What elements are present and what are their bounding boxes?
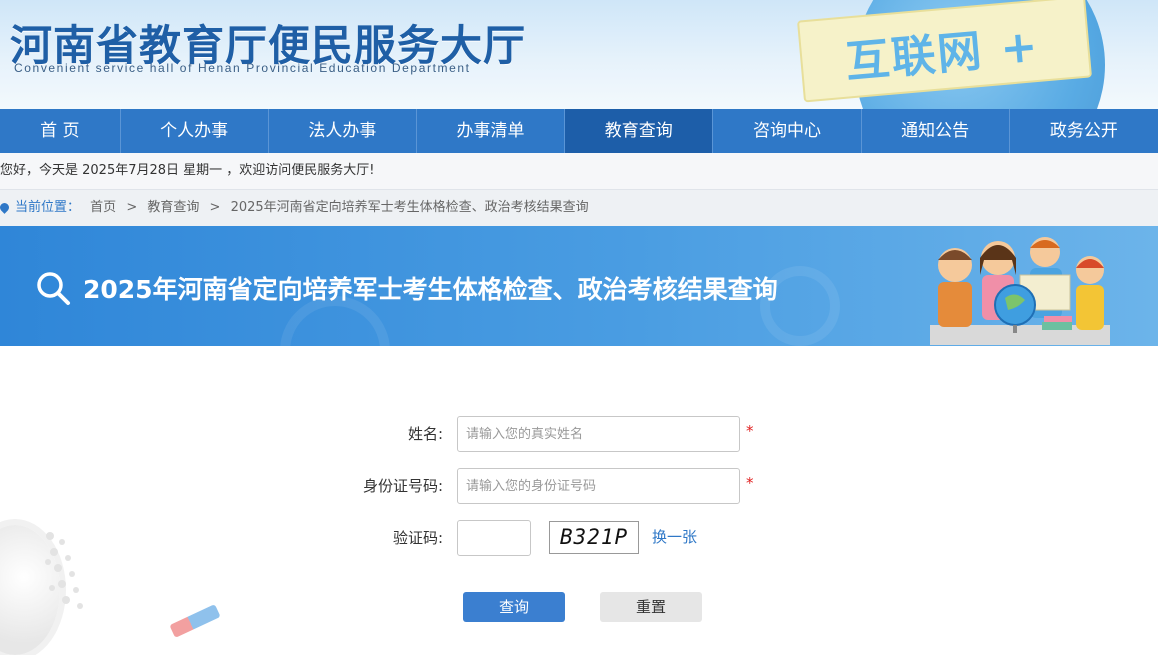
breadcrumb-label: 当前位置： — [15, 200, 81, 215]
required-mark: * — [746, 422, 754, 440]
breadcrumb-separator: > — [209, 200, 221, 215]
dots-decoration — [45, 532, 83, 609]
search-icon — [37, 272, 70, 305]
nav-item-personal[interactable]: 个人办事 — [121, 109, 269, 153]
nav-item-service-list[interactable]: 办事清单 — [417, 109, 566, 153]
breadcrumb-home[interactable]: 首页 — [90, 200, 116, 215]
reset-button[interactable]: 重置 — [600, 592, 702, 622]
pencil-decoration — [169, 604, 221, 638]
page-title: 2025年河南省定向培养军士考生体格检查、政治考核结果查询 — [83, 275, 778, 304]
main-nav: 首 页 个人办事 法人办事 办事清单 教育查询 咨询中心 通知公告 政务公开 — [0, 109, 1158, 153]
name-input[interactable] — [457, 416, 740, 452]
location-pin-icon — [0, 201, 11, 214]
welcome-text: 您好，今天是 2025年7月28日 星期一 ，欢迎访问便民服务大厅! — [0, 163, 375, 178]
children-illustration — [930, 237, 1110, 345]
nav-item-home[interactable]: 首 页 — [0, 109, 121, 153]
captcha-image[interactable]: B321P — [549, 521, 639, 554]
nav-item-government-affairs[interactable]: 政务公开 — [1010, 109, 1158, 153]
nav-item-education-query[interactable]: 教育查询 — [565, 109, 714, 153]
nav-item-consult-center[interactable]: 咨询中心 — [713, 109, 862, 153]
required-mark: * — [746, 474, 754, 492]
site-subtitle: Convenient service hall of Henan Provinc… — [14, 61, 471, 75]
captcha-label: 验证码: — [392, 529, 443, 547]
query-button[interactable]: 查询 — [463, 592, 565, 622]
nav-item-notices[interactable]: 通知公告 — [862, 109, 1010, 153]
name-row: 姓名: * — [0, 416, 1158, 454]
site-header: 互联网 + 河南省教育厅便民服务大厅 Convenient service ha… — [0, 0, 1158, 109]
breadcrumb-current: 2025年河南省定向培养军士考生体格检查、政治考核结果查询 — [230, 200, 589, 215]
nav-item-legal-person[interactable]: 法人办事 — [269, 109, 417, 153]
name-label: 姓名: — [407, 425, 443, 443]
captcha-input[interactable] — [457, 520, 531, 556]
captcha-refresh-link[interactable]: 换一张 — [652, 520, 697, 554]
breadcrumb: 当前位置： 首页 > 教育查询 > 2025年河南省定向培养军士考生体格检查、政… — [0, 190, 1158, 226]
breadcrumb-education-query[interactable]: 教育查询 — [147, 200, 199, 215]
welcome-bar: 您好，今天是 2025年7月28日 星期一 ，欢迎访问便民服务大厅! — [0, 153, 1158, 190]
breadcrumb-separator: > — [126, 200, 138, 215]
id-number-label: 身份证号码: — [362, 477, 443, 495]
captcha-row: 验证码: B321P 换一张 — [0, 520, 1158, 558]
id-number-row: 身份证号码: * — [0, 468, 1158, 506]
id-number-input[interactable] — [457, 468, 740, 504]
